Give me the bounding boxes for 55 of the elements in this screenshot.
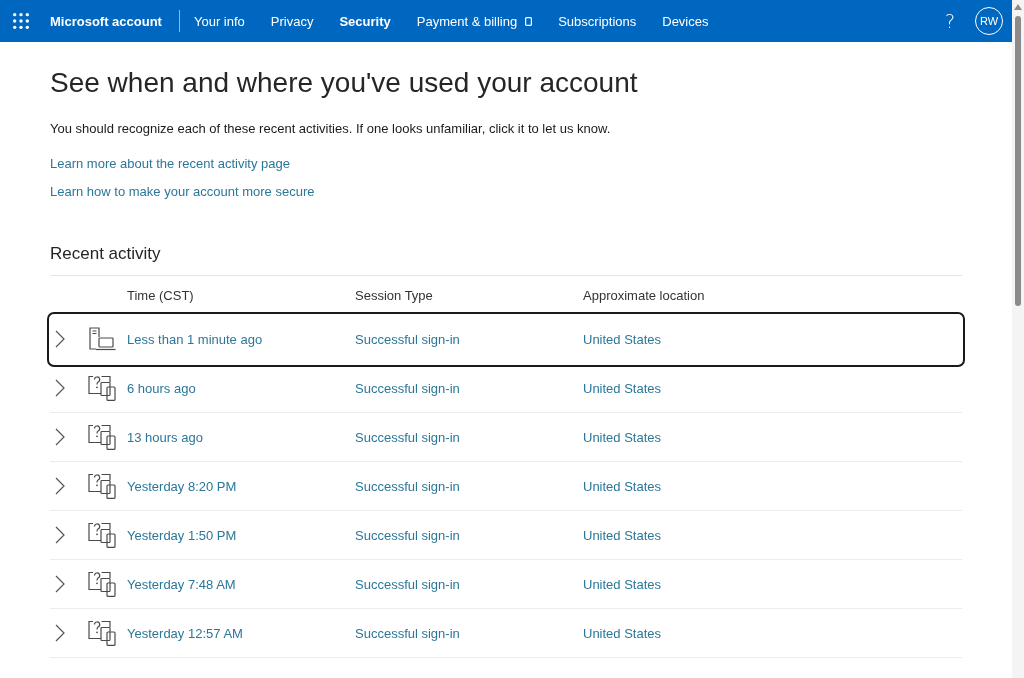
- chevron-right-icon[interactable]: [55, 575, 65, 593]
- location-text: United States: [583, 478, 663, 494]
- help-button[interactable]: ?: [940, 9, 959, 33]
- chevron-right-icon[interactable]: [55, 526, 65, 544]
- activity-time: 13 hours ago: [127, 429, 204, 445]
- activity-time: Yesterday 8:20 PM: [127, 478, 238, 494]
- activity-row[interactable]: 13 hours ago Successful sign-in United States: [50, 413, 962, 462]
- activity-time: 6 hours ago: [127, 380, 197, 396]
- session-type: Successful sign-in: [355, 331, 461, 347]
- location-text: United States: [583, 429, 663, 445]
- nav-tab[interactable]: Subscriptions: [545, 6, 650, 36]
- activity-row[interactable]: Less than 1 minute ago Successful sign-in United States: [50, 315, 962, 364]
- nav-tab[interactable]: Privacy: [257, 6, 327, 36]
- nav-tab[interactable]: Your info: [179, 6, 258, 36]
- session-type: Successful sign-in: [355, 527, 461, 543]
- help-link[interactable]: Learn how to make your account more secure: [50, 183, 315, 201]
- activity-row[interactable]: 6 hours ago Successful sign-in United States: [50, 364, 962, 413]
- app-launcher-grid-icon[interactable]: [13, 13, 29, 29]
- section-title: Recent activity: [50, 243, 962, 276]
- session-type: Successful sign-in: [355, 380, 461, 396]
- column-header: Time (CST): [127, 288, 195, 303]
- scrollbar-thumb[interactable]: [1015, 16, 1021, 306]
- chevron-right-icon[interactable]: [55, 624, 65, 642]
- activity-row[interactable]: Yesterday 8:20 PM Successful sign-in United States: [50, 462, 962, 511]
- location-text: United States: [583, 625, 663, 641]
- column-header: Session Type: [355, 288, 434, 303]
- activity-row[interactable]: Yesterday 7:48 AM Successful sign-in United States: [50, 560, 962, 609]
- activity-row[interactable]: Yesterday 1:50 PM Successful sign-in United States: [50, 511, 962, 560]
- page-title: See when and where you've used your account: [50, 66, 639, 100]
- location-text: United States: [583, 527, 663, 543]
- activity-row[interactable]: Yesterday 12:57 AM Successful sign-in United States: [50, 609, 962, 658]
- nav-tab[interactable]: Payment & billing: [403, 6, 546, 36]
- session-type: Successful sign-in: [355, 576, 461, 592]
- chevron-right-icon[interactable]: [55, 330, 65, 348]
- chevron-right-icon[interactable]: [55, 379, 65, 397]
- scroll-up-arrow-icon[interactable]: [1014, 4, 1022, 10]
- column-header: Approximate location: [583, 288, 706, 303]
- session-type: Successful sign-in: [355, 625, 461, 641]
- nav-tab[interactable]: Security: [326, 6, 404, 36]
- scrollbar[interactable]: [1012, 0, 1024, 678]
- activity-time: Yesterday 7:48 AM: [127, 576, 237, 592]
- activity-time: Yesterday 1:50 PM: [127, 527, 238, 543]
- nav-tab[interactable]: Devices: [649, 6, 722, 36]
- session-type: Successful sign-in: [355, 478, 461, 494]
- activity-time: Less than 1 minute ago: [127, 331, 264, 347]
- help-link[interactable]: Learn more about the recent activity page: [50, 155, 290, 173]
- intro-text: You should recognize each of these recent activities. If one looks unfamiliar, click it to let us know.: [50, 120, 612, 138]
- activity-time: Yesterday 12:57 AM: [127, 625, 244, 641]
- location-text: United States: [583, 380, 663, 396]
- chevron-right-icon[interactable]: [55, 477, 65, 495]
- location-text: United States: [583, 576, 663, 592]
- brand-title[interactable]: Microsoft account: [50, 13, 162, 29]
- chevron-right-icon[interactable]: [55, 428, 65, 446]
- location-text: United States: [583, 331, 663, 347]
- session-type: Successful sign-in: [355, 429, 461, 445]
